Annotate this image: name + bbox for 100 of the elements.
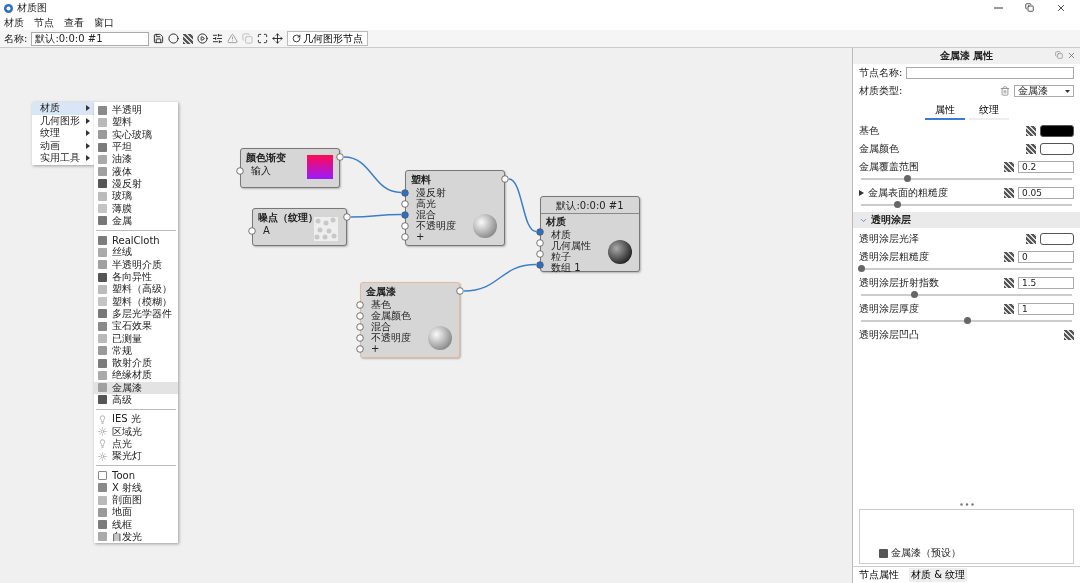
- submenu-entry[interactable]: 区域光: [94, 425, 178, 438]
- submenu-entry[interactable]: 油漆: [94, 153, 178, 166]
- input-port[interactable]: [236, 166, 244, 175]
- circle-icon[interactable]: [168, 33, 180, 44]
- texture-toggle-icon[interactable]: [1004, 252, 1014, 262]
- submenu-entry[interactable]: 半透明: [94, 104, 178, 117]
- submenu-entry[interactable]: 多层光学器件: [94, 307, 178, 321]
- submenu-entry[interactable]: 已测量: [94, 332, 178, 345]
- value-field[interactable]: 0: [1018, 251, 1074, 263]
- submenu-entry[interactable]: 地面: [94, 506, 178, 519]
- output-port[interactable]: [336, 153, 344, 161]
- submenu-entry[interactable]: 液体: [94, 165, 178, 178]
- slider-thumb[interactable]: [963, 317, 971, 324]
- input-port[interactable]: [401, 210, 409, 219]
- geometry-node-button[interactable]: 几何图形节点: [287, 31, 369, 46]
- input-port[interactable]: [356, 300, 364, 309]
- submenu-entry[interactable]: 剖面图: [94, 493, 178, 507]
- texture-toggle-icon[interactable]: [1026, 234, 1036, 244]
- menu-item[interactable]: 节点: [34, 16, 54, 30]
- close-icon[interactable]: [1056, 3, 1066, 13]
- slider-thumb[interactable]: [858, 265, 865, 272]
- menu-item[interactable]: 材质: [4, 16, 24, 30]
- texture-toggle-icon[interactable]: [1004, 188, 1014, 198]
- submenu-entry[interactable]: 金属: [94, 214, 178, 227]
- color-swatch[interactable]: [1040, 143, 1074, 155]
- submenu-entry[interactable]: 常规: [94, 344, 178, 357]
- slider-thumb[interactable]: [910, 291, 918, 298]
- color-swatch[interactable]: [1040, 233, 1074, 245]
- input-port[interactable]: [401, 221, 409, 230]
- submenu-entry[interactable]: 漫反射: [94, 177, 178, 191]
- input-port[interactable]: [536, 249, 544, 258]
- play-icon[interactable]: [197, 33, 209, 44]
- menu-entry[interactable]: 几何图形: [32, 114, 94, 127]
- node-card[interactable]: 塑料 漫反射 高光 混合 不透明度 +: [405, 170, 505, 246]
- slider-thumb[interactable]: [893, 201, 901, 208]
- submenu-entry[interactable]: 高级: [94, 393, 178, 407]
- expand-icon[interactable]: [859, 190, 864, 196]
- submenu-entry[interactable]: 半透明介质: [94, 258, 178, 271]
- section-header[interactable]: 透明涂层: [871, 213, 911, 227]
- node-card[interactable]: 颜色渐变 输入: [240, 148, 340, 188]
- splitter-grip-icon[interactable]: [959, 502, 974, 506]
- submenu-entry[interactable]: 塑料（模糊）: [94, 295, 178, 308]
- input-port[interactable]: [536, 238, 544, 247]
- output-port[interactable]: [456, 287, 464, 295]
- menu-item[interactable]: 窗口: [94, 16, 114, 30]
- node-name-field[interactable]: [906, 67, 1074, 79]
- submenu-entry[interactable]: 点光: [94, 437, 178, 450]
- sliders-icon[interactable]: [212, 33, 224, 44]
- submenu-entry[interactable]: 塑料: [94, 116, 178, 129]
- submenu-entry[interactable]: 薄膜: [94, 202, 178, 215]
- submenu-entry[interactable]: X 射线: [94, 481, 178, 494]
- submenu-entry[interactable]: 玻璃: [94, 190, 178, 203]
- texture-toggle-icon[interactable]: [1004, 162, 1014, 172]
- input-port[interactable]: [356, 322, 364, 331]
- submenu-entry[interactable]: 聚光灯: [94, 450, 178, 463]
- submenu-entry[interactable]: 线框: [94, 518, 178, 531]
- input-port[interactable]: [356, 344, 364, 353]
- input-port[interactable]: [401, 199, 409, 208]
- move-icon[interactable]: [272, 33, 284, 44]
- color-swatch[interactable]: [1040, 125, 1074, 137]
- texture-toggle-icon[interactable]: [1004, 304, 1014, 314]
- menu-entry[interactable]: 动画: [32, 139, 94, 152]
- submenu-entry[interactable]: 丝绒: [94, 246, 178, 259]
- menu-entry[interactable]: 纹理: [32, 127, 94, 140]
- submenu-entry[interactable]: 散射介质: [94, 356, 178, 370]
- input-port[interactable]: [401, 232, 409, 241]
- value-field[interactable]: 0.2: [1018, 161, 1074, 173]
- submenu-entry[interactable]: IES 光: [94, 413, 178, 426]
- submenu-entry[interactable]: 实心玻璃: [94, 128, 178, 141]
- fit-icon[interactable]: [257, 33, 269, 44]
- value-field[interactable]: 0.05: [1018, 187, 1074, 199]
- name-field[interactable]: 默认:0:0:0 #1: [31, 31, 150, 46]
- texture-toggle-icon[interactable]: [1004, 278, 1014, 288]
- library-item[interactable]: 金属漆（预设）: [863, 546, 1070, 560]
- menu-entry[interactable]: 实用工具: [32, 152, 94, 165]
- menu-item[interactable]: 查看: [64, 16, 84, 30]
- submenu-entry[interactable]: 金属漆: [94, 381, 178, 394]
- submenu-entry[interactable]: 绝缘材质: [94, 369, 178, 382]
- submenu-entry[interactable]: RealCloth: [94, 233, 178, 247]
- submenu-entry[interactable]: 自发光: [94, 530, 178, 544]
- restore-icon[interactable]: [1025, 3, 1034, 13]
- output-port[interactable]: [343, 213, 351, 221]
- submenu-entry[interactable]: Toon: [94, 469, 178, 482]
- value-field[interactable]: 1.5: [1018, 277, 1074, 289]
- menu-entry[interactable]: 材质: [32, 102, 94, 115]
- bottom-tab[interactable]: 材质 & 纹理: [909, 568, 968, 582]
- node-card[interactable]: 金属漆 基色 金属颜色 混合 不透明度 +: [360, 282, 460, 358]
- submenu-entry[interactable]: 塑料（高级）: [94, 283, 178, 296]
- value-field[interactable]: 1: [1018, 303, 1074, 315]
- panel-tab[interactable]: 纹理: [968, 102, 1009, 120]
- input-port[interactable]: [356, 311, 364, 320]
- input-port[interactable]: [401, 188, 409, 197]
- texture-toggle-icon[interactable]: [1064, 330, 1074, 340]
- node-card[interactable]: 噪点（纹理） A: [252, 208, 347, 246]
- input-port[interactable]: [536, 227, 544, 236]
- output-port[interactable]: [501, 175, 509, 183]
- material-type-select[interactable]: 金属漆: [1014, 85, 1074, 97]
- submenu-entry[interactable]: 宝石效果: [94, 320, 178, 333]
- submenu-entry[interactable]: 各向异性: [94, 270, 178, 284]
- input-port[interactable]: [536, 260, 544, 269]
